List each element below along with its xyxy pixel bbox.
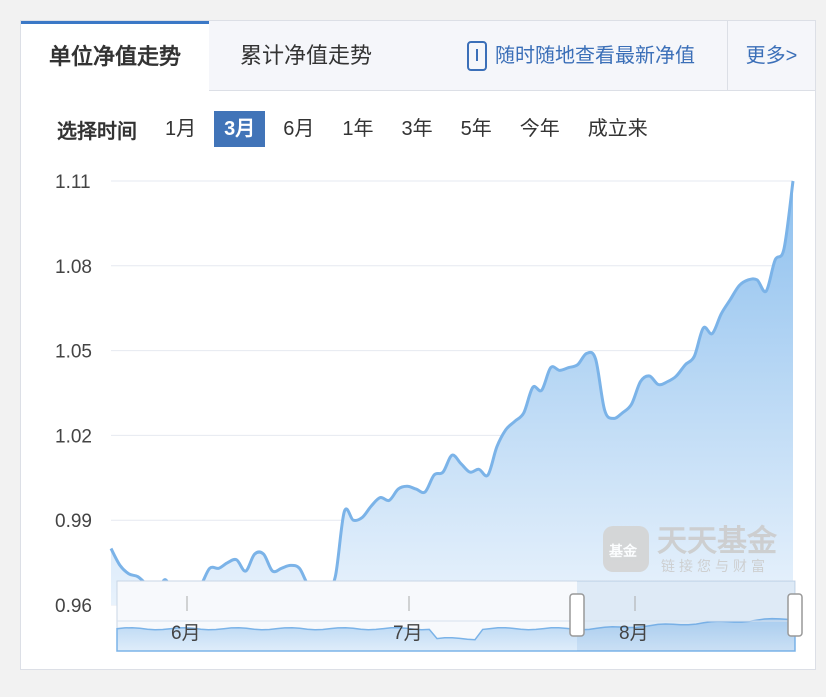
range-navigator[interactable]: 6月 7月 8月 [116,580,803,652]
fund-nav-panel: 单位净值走势 累计净值走势 随时随地查看最新净值 更多> 选择时间 1月 3月 … [20,20,816,670]
y-tick-label: 1.11 [55,172,91,193]
y-tick-label: 0.96 [55,596,92,617]
watermark: 基金 天天基金 链接您与财富 [603,524,778,575]
watermark-logo-text: 基金 [609,543,638,560]
navigator-label-jul: 7月 [393,623,423,644]
navigator-right-handle[interactable] [787,593,803,637]
y-tick-label: 1.08 [55,257,92,278]
y-tick-label: 1.05 [55,342,92,363]
watermark-brand: 天天基金 [657,524,778,559]
nav-chart: 1.111.081.051.020.990.96 基金 天天基金 链接您与财富 … [55,172,803,652]
y-tick-label: 1.02 [55,426,92,447]
navigator-label-jun: 6月 [171,623,201,644]
navigator-label-aug: 8月 [619,623,649,644]
navigator-left-handle[interactable] [569,593,585,637]
y-tick-label: 0.99 [55,511,92,532]
watermark-slogan: 链接您与财富 [661,558,769,575]
navigator-selection[interactable] [577,581,795,651]
